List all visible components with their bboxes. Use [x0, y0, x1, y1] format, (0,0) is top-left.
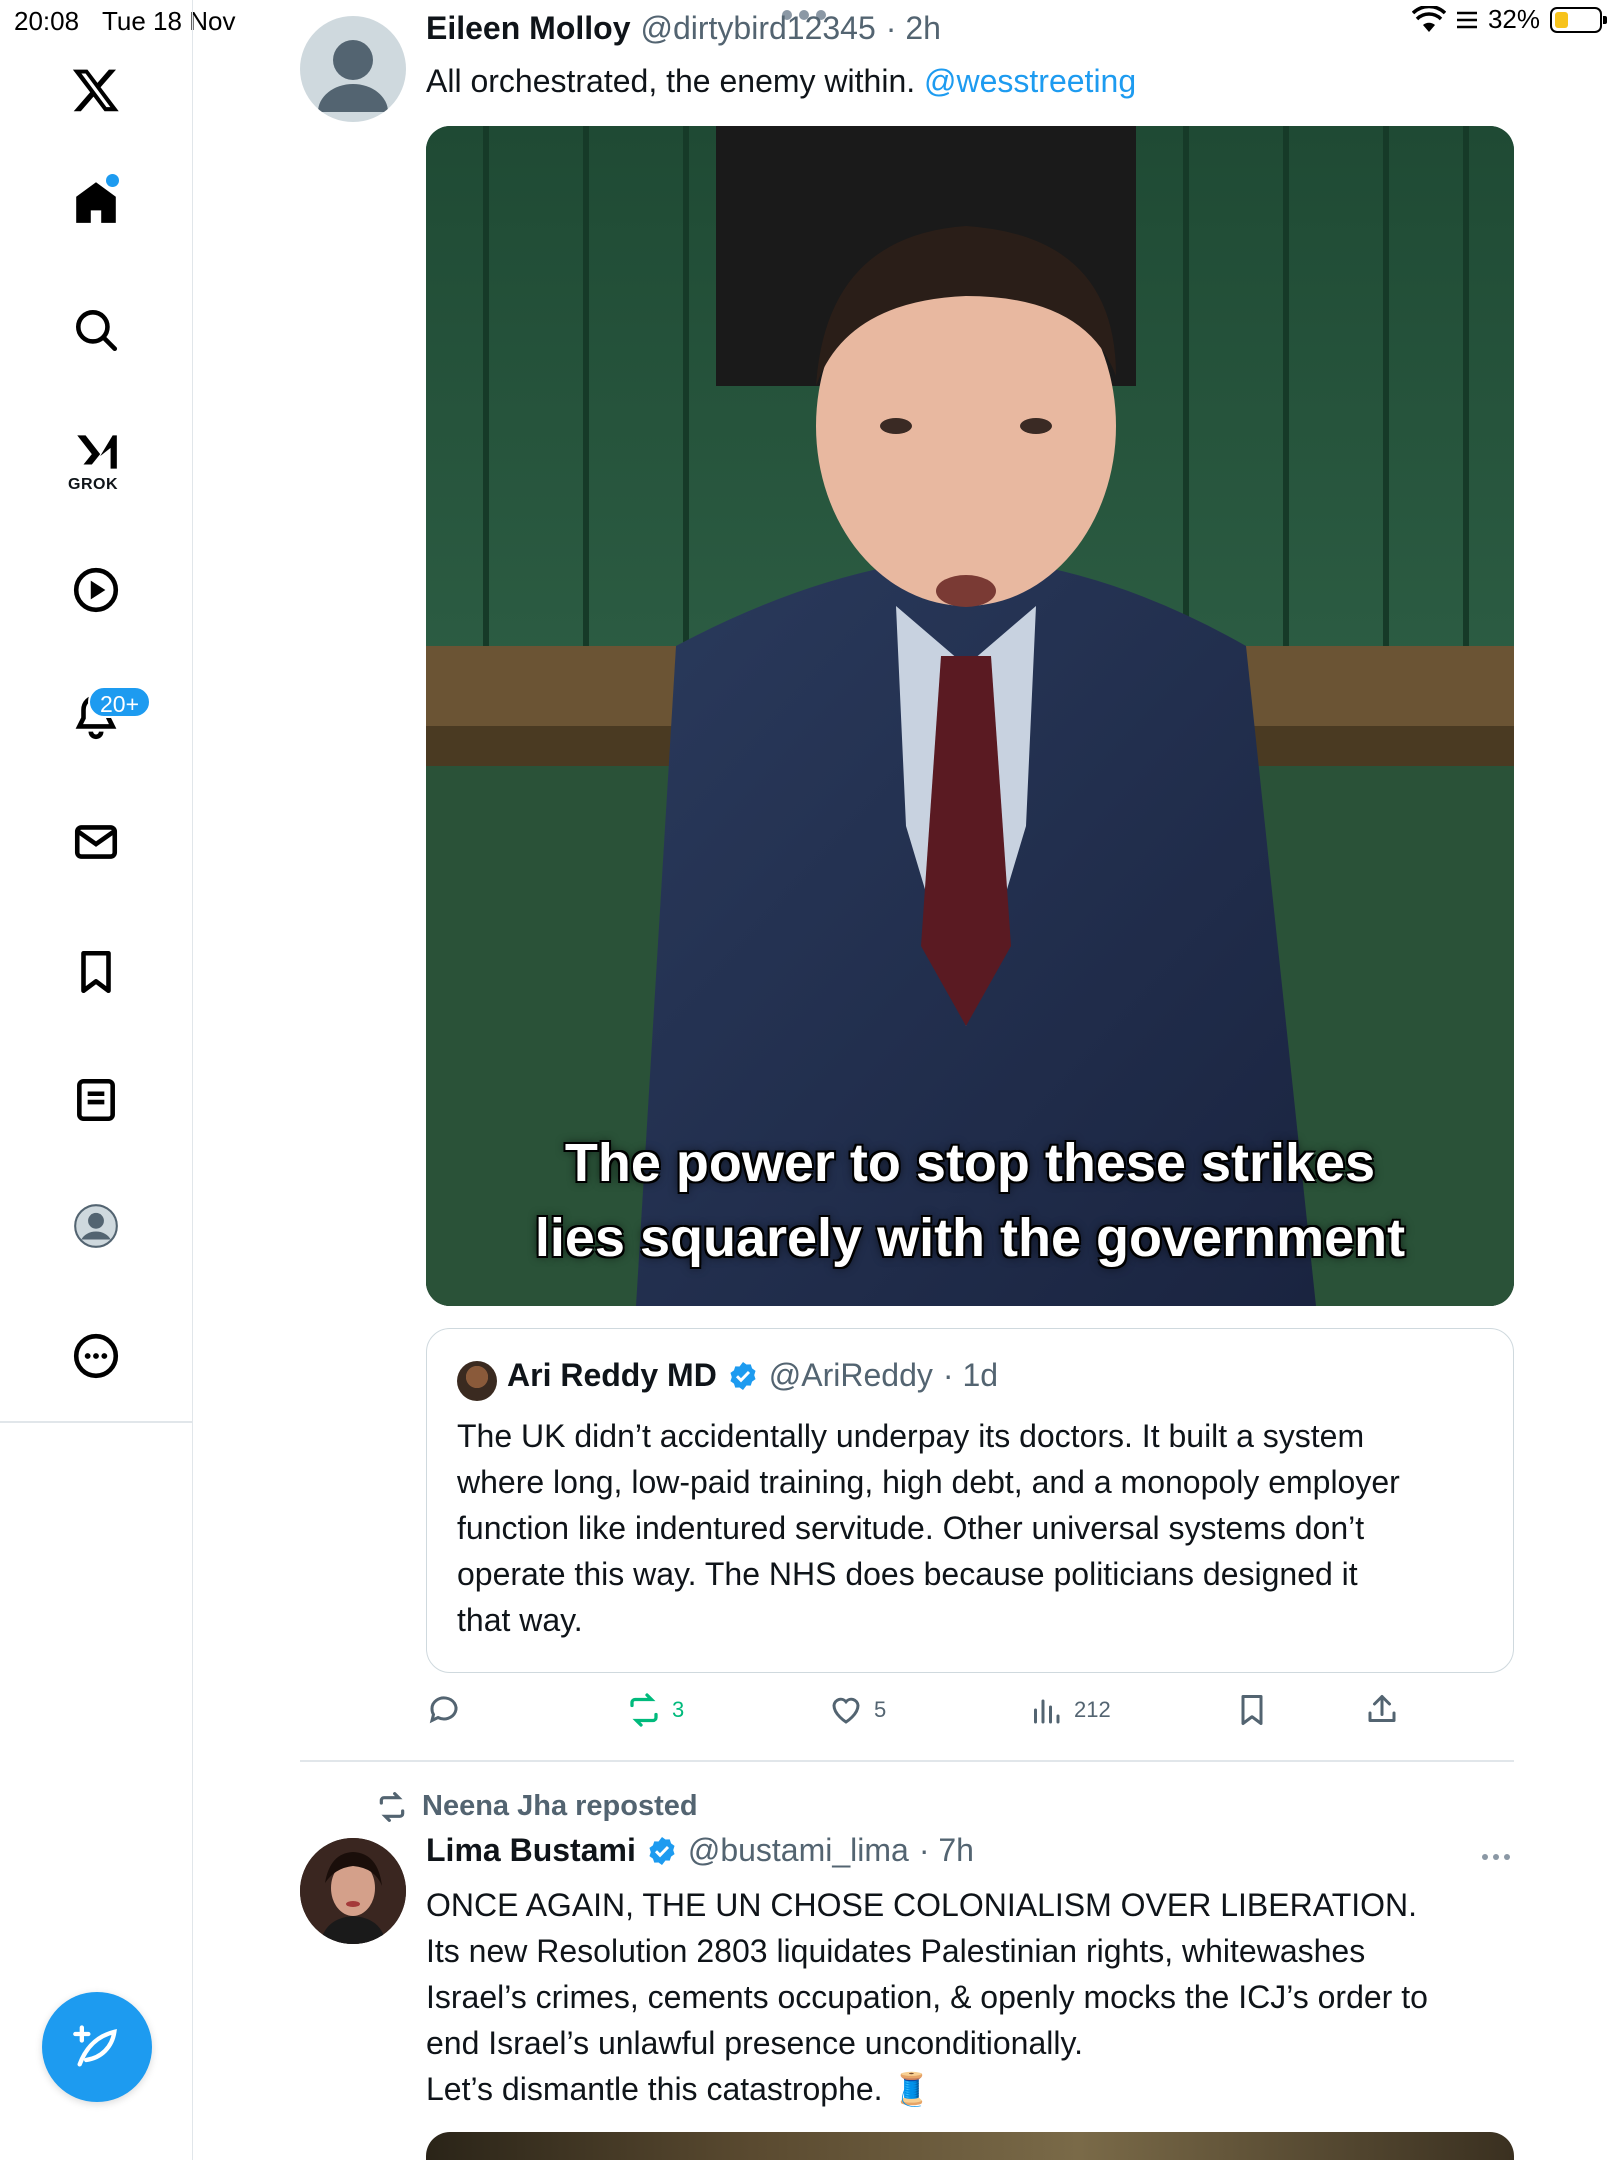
tweet-time: · 1d	[942, 1357, 999, 1393]
compose-icon	[73, 2025, 117, 2067]
avatar[interactable]	[300, 1838, 406, 1944]
tweet-header: Lima Bustami @bustami_lima · 7h	[426, 1832, 974, 1869]
tweet-divider	[300, 1760, 1514, 1762]
battery-icon	[1550, 6, 1607, 33]
quote-line: where long, low-paid training, high debt…	[457, 1464, 1400, 1500]
views-count: 212	[1074, 1697, 1111, 1722]
sidebar-item-video[interactable]	[62, 556, 130, 624]
list-icon	[77, 1078, 115, 1122]
tweet-text: ONCE AGAIN, THE UN CHOSE COLONIALISM OVE…	[426, 1882, 1428, 2112]
avatar[interactable]	[457, 1361, 497, 1401]
profile-icon	[74, 1204, 118, 1248]
author-name[interactable]: Lima Bustami	[426, 1832, 636, 1869]
sidebar-item-profile[interactable]	[62, 1192, 130, 1260]
views-button[interactable]: 212	[1028, 1692, 1111, 1728]
reply-icon	[429, 1696, 458, 1724]
tweet-line: end Israel’s unlawful presence unconditi…	[426, 2025, 1083, 2061]
verified-badge-icon	[730, 1361, 756, 1390]
like-button[interactable]: 5	[828, 1692, 886, 1728]
play-icon	[73, 567, 119, 613]
heart-icon	[832, 1697, 860, 1724]
tweet-line: ONCE AGAIN, THE UN CHOSE COLONIALISM OVE…	[426, 1887, 1418, 1923]
compose-button[interactable]	[42, 1992, 152, 2102]
caption-line-1: The power to stop these strikes	[564, 1133, 1376, 1193]
repost-icon	[630, 1693, 658, 1727]
status-right: 32%	[1411, 4, 1607, 35]
grok-icon	[77, 435, 117, 469]
tweet-text-body: All orchestrated, the enemy within.	[426, 63, 916, 99]
tweet-time[interactable]: · 2h	[886, 10, 941, 47]
repost-count: 3	[672, 1697, 685, 1722]
sidebar-item-home[interactable]	[62, 168, 130, 236]
share-button[interactable]	[1364, 1692, 1400, 1728]
bookmark-icon	[1241, 1695, 1263, 1725]
quote-line: function like indentured servitude. Othe…	[457, 1510, 1365, 1546]
wifi-icon	[1411, 5, 1446, 32]
quote-line: The UK didn’t accidentally underpay its …	[457, 1418, 1365, 1454]
views-icon	[1034, 1699, 1060, 1724]
quote-text: The UK didn’t accidentally underpay its …	[457, 1413, 1400, 1643]
share-icon	[1368, 1695, 1396, 1722]
tweet-media[interactable]	[426, 2132, 1514, 2160]
sidebar-item-lists[interactable]	[62, 1066, 130, 1134]
mail-icon	[74, 825, 118, 859]
tweet-time[interactable]: · 7h	[919, 1832, 974, 1869]
quote-line: that way.	[457, 1602, 583, 1638]
author-name: Ari Reddy MD	[507, 1357, 717, 1393]
caption-line-2: lies squarely with the government	[534, 1208, 1406, 1268]
tweet-actions: 3 5 212	[426, 1692, 1514, 1732]
lines-icon	[1456, 11, 1477, 28]
tweet-line: Its new Resolution 2803 liquidates Pales…	[426, 1933, 1366, 1969]
tweet-text: All orchestrated, the enemy within. @wes…	[426, 58, 1136, 104]
avatar[interactable]	[300, 16, 406, 122]
home-unread-dot	[106, 174, 119, 187]
sidebar-item-search[interactable]	[62, 296, 130, 364]
verified-badge-icon	[649, 1836, 675, 1865]
sidebar-item-more[interactable]	[62, 1322, 130, 1390]
quote-header: Ari Reddy MD @AriReddy · 1d	[507, 1357, 998, 1394]
repost-button[interactable]: 3	[626, 1692, 684, 1728]
quote-line: operate this way. The NHS does because p…	[457, 1556, 1358, 1592]
video-caption: The power to stop these strikes lies squ…	[426, 1126, 1514, 1276]
bookmark-button[interactable]	[1234, 1692, 1270, 1728]
battery-percent: 32%	[1487, 4, 1540, 34]
mention-link[interactable]: @wesstreeting	[924, 63, 1136, 99]
x-logo-icon[interactable]	[62, 56, 130, 124]
sidebar-divider	[0, 1421, 193, 1423]
like-count: 5	[874, 1697, 887, 1722]
notifications-badge: 20+	[88, 686, 152, 718]
author-handle[interactable]: @bustami_lima	[688, 1832, 909, 1869]
grok-label: GROK	[68, 476, 118, 493]
tweet-line: Let’s dismantle this catastrophe. 🧵	[426, 2071, 932, 2107]
tweet-video[interactable]: The power to stop these strikes lies squ…	[426, 126, 1514, 1306]
author-name[interactable]: Eileen Molloy	[426, 10, 630, 47]
repost-icon	[379, 1791, 405, 1822]
bookmark-icon	[81, 950, 111, 994]
reply-button[interactable]	[426, 1692, 462, 1728]
tweet-header: Eileen Molloy @dirtybird12345 · 2h	[426, 10, 941, 47]
tweet-line: Israel’s crimes, cements occupation, & o…	[426, 1979, 1428, 2015]
more-icon	[73, 1333, 119, 1379]
author-handle[interactable]: @dirtybird12345	[640, 10, 875, 47]
sidebar: GROK 20+	[0, 0, 193, 2160]
sidebar-item-bookmarks[interactable]	[62, 938, 130, 1006]
quoted-tweet[interactable]: Ari Reddy MD @AriReddy · 1d The UK didn’…	[426, 1328, 1514, 1673]
sidebar-item-messages[interactable]	[62, 808, 130, 876]
repost-indicator: Neena Jha reposted	[376, 1790, 698, 1823]
search-icon	[76, 310, 118, 352]
tweet-more-button[interactable]	[1482, 1854, 1510, 1860]
reposted-by-label[interactable]: Neena Jha reposted	[422, 1790, 698, 1823]
author-handle: @AriReddy	[768, 1357, 933, 1393]
